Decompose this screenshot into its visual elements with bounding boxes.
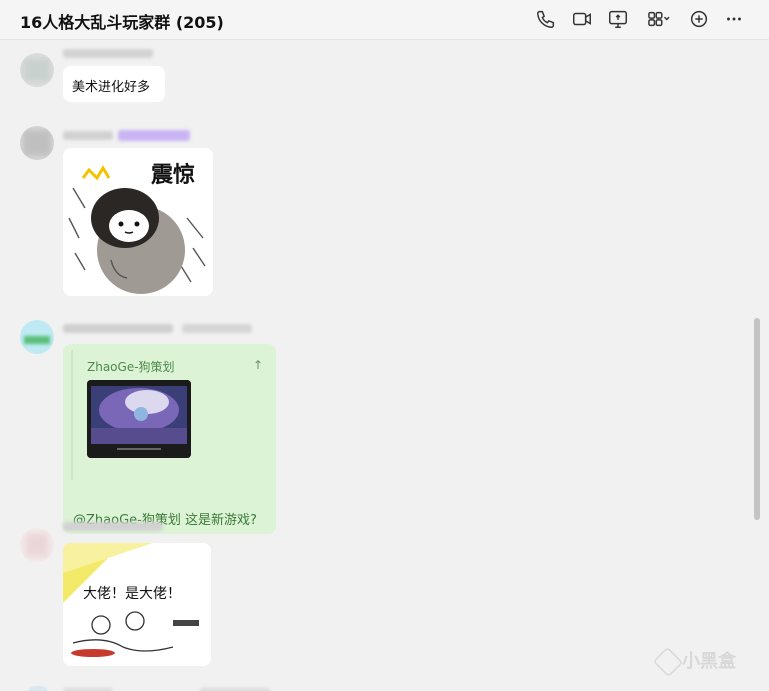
- reply-message-bubble[interactable]: ZhaoGe-狗策划 ↑ @ZhaoGe-狗策划 这是新游戏?: [63, 344, 276, 534]
- chat-header: 16人格大乱斗玩家群 (205): [0, 0, 769, 40]
- scrollbar-thumb[interactable]: [754, 318, 760, 520]
- more-icon[interactable]: [723, 8, 745, 30]
- sender-name-redacted: [63, 522, 163, 531]
- jump-to-original-icon[interactable]: ↑: [253, 358, 263, 372]
- avatar[interactable]: [20, 320, 54, 354]
- sender-title-redacted: [182, 324, 252, 333]
- sender-name-redacted: [63, 324, 173, 333]
- message-text: 美术进化好多: [72, 80, 151, 95]
- penguin-sticker-image: 震惊: [63, 148, 213, 296]
- screen-share-icon[interactable]: [607, 8, 629, 30]
- avatar[interactable]: [20, 53, 54, 87]
- sticker-message[interactable]: 大佬！是大佬！: [63, 543, 211, 666]
- sender-name-redacted: [63, 49, 153, 58]
- avatar[interactable]: [20, 528, 54, 562]
- quoted-image[interactable]: [87, 380, 191, 458]
- quoted-message[interactable]: ZhaoGe-狗策划 ↑: [71, 350, 273, 480]
- avatar[interactable]: [20, 126, 54, 160]
- quote-author: ZhaoGe-狗策划: [87, 360, 175, 374]
- sender-name-redacted: [63, 131, 113, 140]
- video-call-icon[interactable]: [571, 8, 593, 30]
- apps-icon[interactable]: [645, 8, 673, 30]
- watermark-text: 小黑盒: [682, 651, 736, 672]
- avatar[interactable]: [26, 686, 50, 691]
- group-title[interactable]: 16人格大乱斗玩家群 (205): [20, 9, 224, 33]
- phone-icon[interactable]: [535, 8, 557, 30]
- message-bubble[interactable]: 美术进化好多: [63, 66, 165, 102]
- meme-sticker-image: 大佬！是大佬！: [63, 543, 211, 666]
- message-list[interactable]: 美术进化好多 震惊 ZhaoGe-狗策划 ↑ @ZhaoGe-狗策划 这是新游戏…: [0, 40, 769, 691]
- sticker-caption: 大佬！是大佬！: [83, 586, 181, 602]
- add-icon[interactable]: [688, 8, 710, 30]
- sticker-message[interactable]: 震惊: [63, 148, 213, 296]
- member-title-badge: [118, 130, 190, 141]
- sticker-caption: 震惊: [151, 162, 195, 188]
